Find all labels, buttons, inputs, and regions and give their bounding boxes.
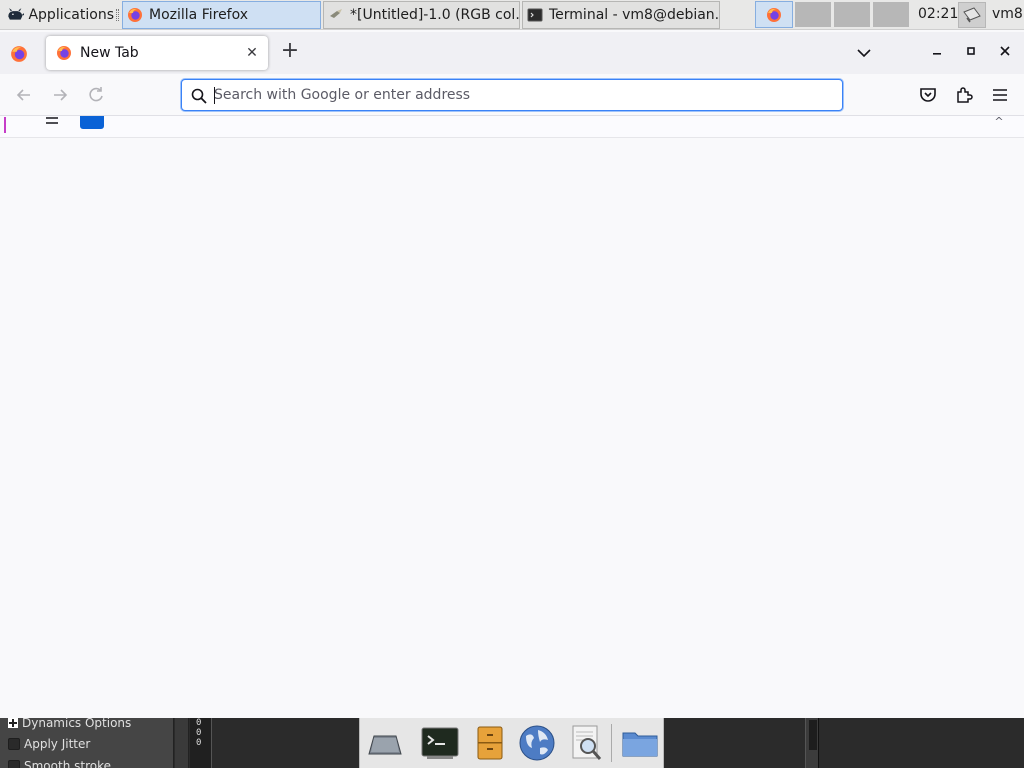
- dock-web-browser[interactable]: [515, 723, 559, 763]
- address-bar[interactable]: [181, 79, 843, 111]
- close-tab-icon[interactable]: ✕: [244, 45, 260, 61]
- hamburger-menu-icon[interactable]: [990, 85, 1010, 105]
- gimp-canvas-remnant: [805, 718, 1024, 768]
- accent-mark: [4, 117, 6, 133]
- dock-terminal[interactable]: [418, 723, 462, 763]
- task-terminal[interactable]: Terminal - vm8@debian...: [522, 1, 720, 29]
- apply-jitter-checkbox[interactable]: [8, 738, 20, 750]
- gimp-scrollbar[interactable]: [805, 718, 819, 768]
- dock-show-desktop[interactable]: [363, 723, 407, 763]
- gimp-vertical-ruler: 0 0 0: [190, 718, 212, 768]
- show-desktop-icon: [368, 735, 402, 755]
- newtab-header-strip: ^: [0, 116, 1024, 138]
- network-tray-icon[interactable]: [958, 2, 986, 28]
- minimize-icon: [933, 53, 941, 55]
- list-all-tabs-icon[interactable]: [855, 44, 873, 62]
- smooth-stroke-checkbox[interactable]: [8, 760, 20, 768]
- network-icon: [963, 7, 981, 23]
- close-icon: [1000, 46, 1010, 56]
- terminal-icon: [421, 727, 459, 759]
- tab-strip: New Tab ✕ +: [0, 32, 1024, 74]
- tab-new-tab[interactable]: New Tab ✕: [46, 36, 268, 70]
- gimp-tool-options: Dynamics Options Apply Jitter Smooth str…: [0, 718, 174, 768]
- firefox-icon: [128, 8, 142, 22]
- firefox-icon: [57, 46, 71, 60]
- dock-separator: [611, 724, 612, 762]
- dock-file-manager[interactable]: [468, 723, 512, 763]
- dock-folder[interactable]: [618, 723, 662, 763]
- dynamics-options-label: Dynamics Options: [22, 718, 132, 730]
- extensions-icon[interactable]: [954, 85, 974, 105]
- firefox-icon: [767, 7, 781, 22]
- smooth-stroke-row[interactable]: Smooth stroke: [8, 758, 111, 768]
- task-label: Terminal - vm8@debian...: [549, 7, 720, 23]
- dock-app-finder[interactable]: [564, 723, 608, 763]
- apply-jitter-row[interactable]: Apply Jitter: [8, 736, 90, 752]
- workspace-3[interactable]: [833, 1, 871, 28]
- navigation-toolbar: [0, 74, 1024, 116]
- xfce-mouse-icon: [8, 8, 25, 20]
- clock[interactable]: 02:21: [918, 6, 958, 22]
- terminal-icon: [527, 8, 543, 22]
- blue-button-fragment[interactable]: [80, 116, 104, 129]
- app-finder-icon: [572, 725, 602, 760]
- ruler-label: 0: [196, 718, 202, 728]
- folder-icon: [622, 732, 658, 757]
- expand-plus-icon: [8, 718, 18, 728]
- new-tab-button[interactable]: +: [278, 40, 302, 64]
- task-label: *[Untitled]-1.0 (RGB col...: [350, 7, 520, 23]
- workspace-2[interactable]: [794, 1, 832, 28]
- apply-jitter-label: Apply Jitter: [24, 737, 91, 751]
- scrollbar-thumb[interactable]: [809, 720, 817, 750]
- tab-title: New Tab: [80, 45, 139, 61]
- task-firefox[interactable]: Mozilla Firefox: [122, 1, 321, 29]
- user-menu[interactable]: vm8: [992, 6, 1023, 22]
- page-content: [0, 138, 1024, 718]
- maximize-button[interactable]: [960, 42, 982, 64]
- dynamics-options-row[interactable]: Dynamics Options: [8, 718, 131, 731]
- ruler-label: 0: [196, 728, 202, 738]
- web-browser-icon: [519, 725, 555, 761]
- maximize-icon: [967, 47, 975, 55]
- url-input[interactable]: [214, 84, 824, 106]
- collapse-caret-icon[interactable]: ^: [992, 116, 1006, 128]
- desktop: Applications Mozilla Firefox *[Untitled]…: [0, 0, 1024, 768]
- minimize-button[interactable]: [926, 42, 948, 64]
- panel-separator: [116, 9, 119, 21]
- top-panel: Applications Mozilla Firefox *[Untitled]…: [0, 0, 1024, 30]
- forward-icon[interactable]: [50, 85, 70, 105]
- reload-icon[interactable]: [86, 85, 106, 105]
- firefox-view-icon[interactable]: [10, 45, 28, 63]
- gimp-icon: [330, 9, 342, 18]
- text-caret: [214, 87, 215, 104]
- applications-label: Applications: [28, 7, 114, 23]
- pocket-icon[interactable]: [918, 85, 938, 105]
- menu-lines-icon[interactable]: [46, 116, 58, 126]
- ruler-label: 0: [196, 738, 202, 748]
- task-gimp[interactable]: *[Untitled]-1.0 (RGB col...: [323, 1, 520, 29]
- file-manager-icon: [477, 726, 503, 760]
- workspace-4[interactable]: [872, 1, 910, 28]
- gimp-divider: [175, 718, 189, 768]
- applications-menu-button[interactable]: Applications: [2, 2, 114, 28]
- workspace-1[interactable]: [755, 1, 793, 28]
- dock-panel: [359, 718, 664, 768]
- close-window-button[interactable]: [994, 42, 1016, 64]
- smooth-stroke-label: Smooth stroke: [24, 759, 111, 768]
- bottom-area: Dynamics Options Apply Jitter Smooth str…: [0, 718, 1024, 768]
- search-icon: [191, 88, 207, 104]
- back-icon[interactable]: [14, 85, 34, 105]
- task-label: Mozilla Firefox: [149, 7, 249, 23]
